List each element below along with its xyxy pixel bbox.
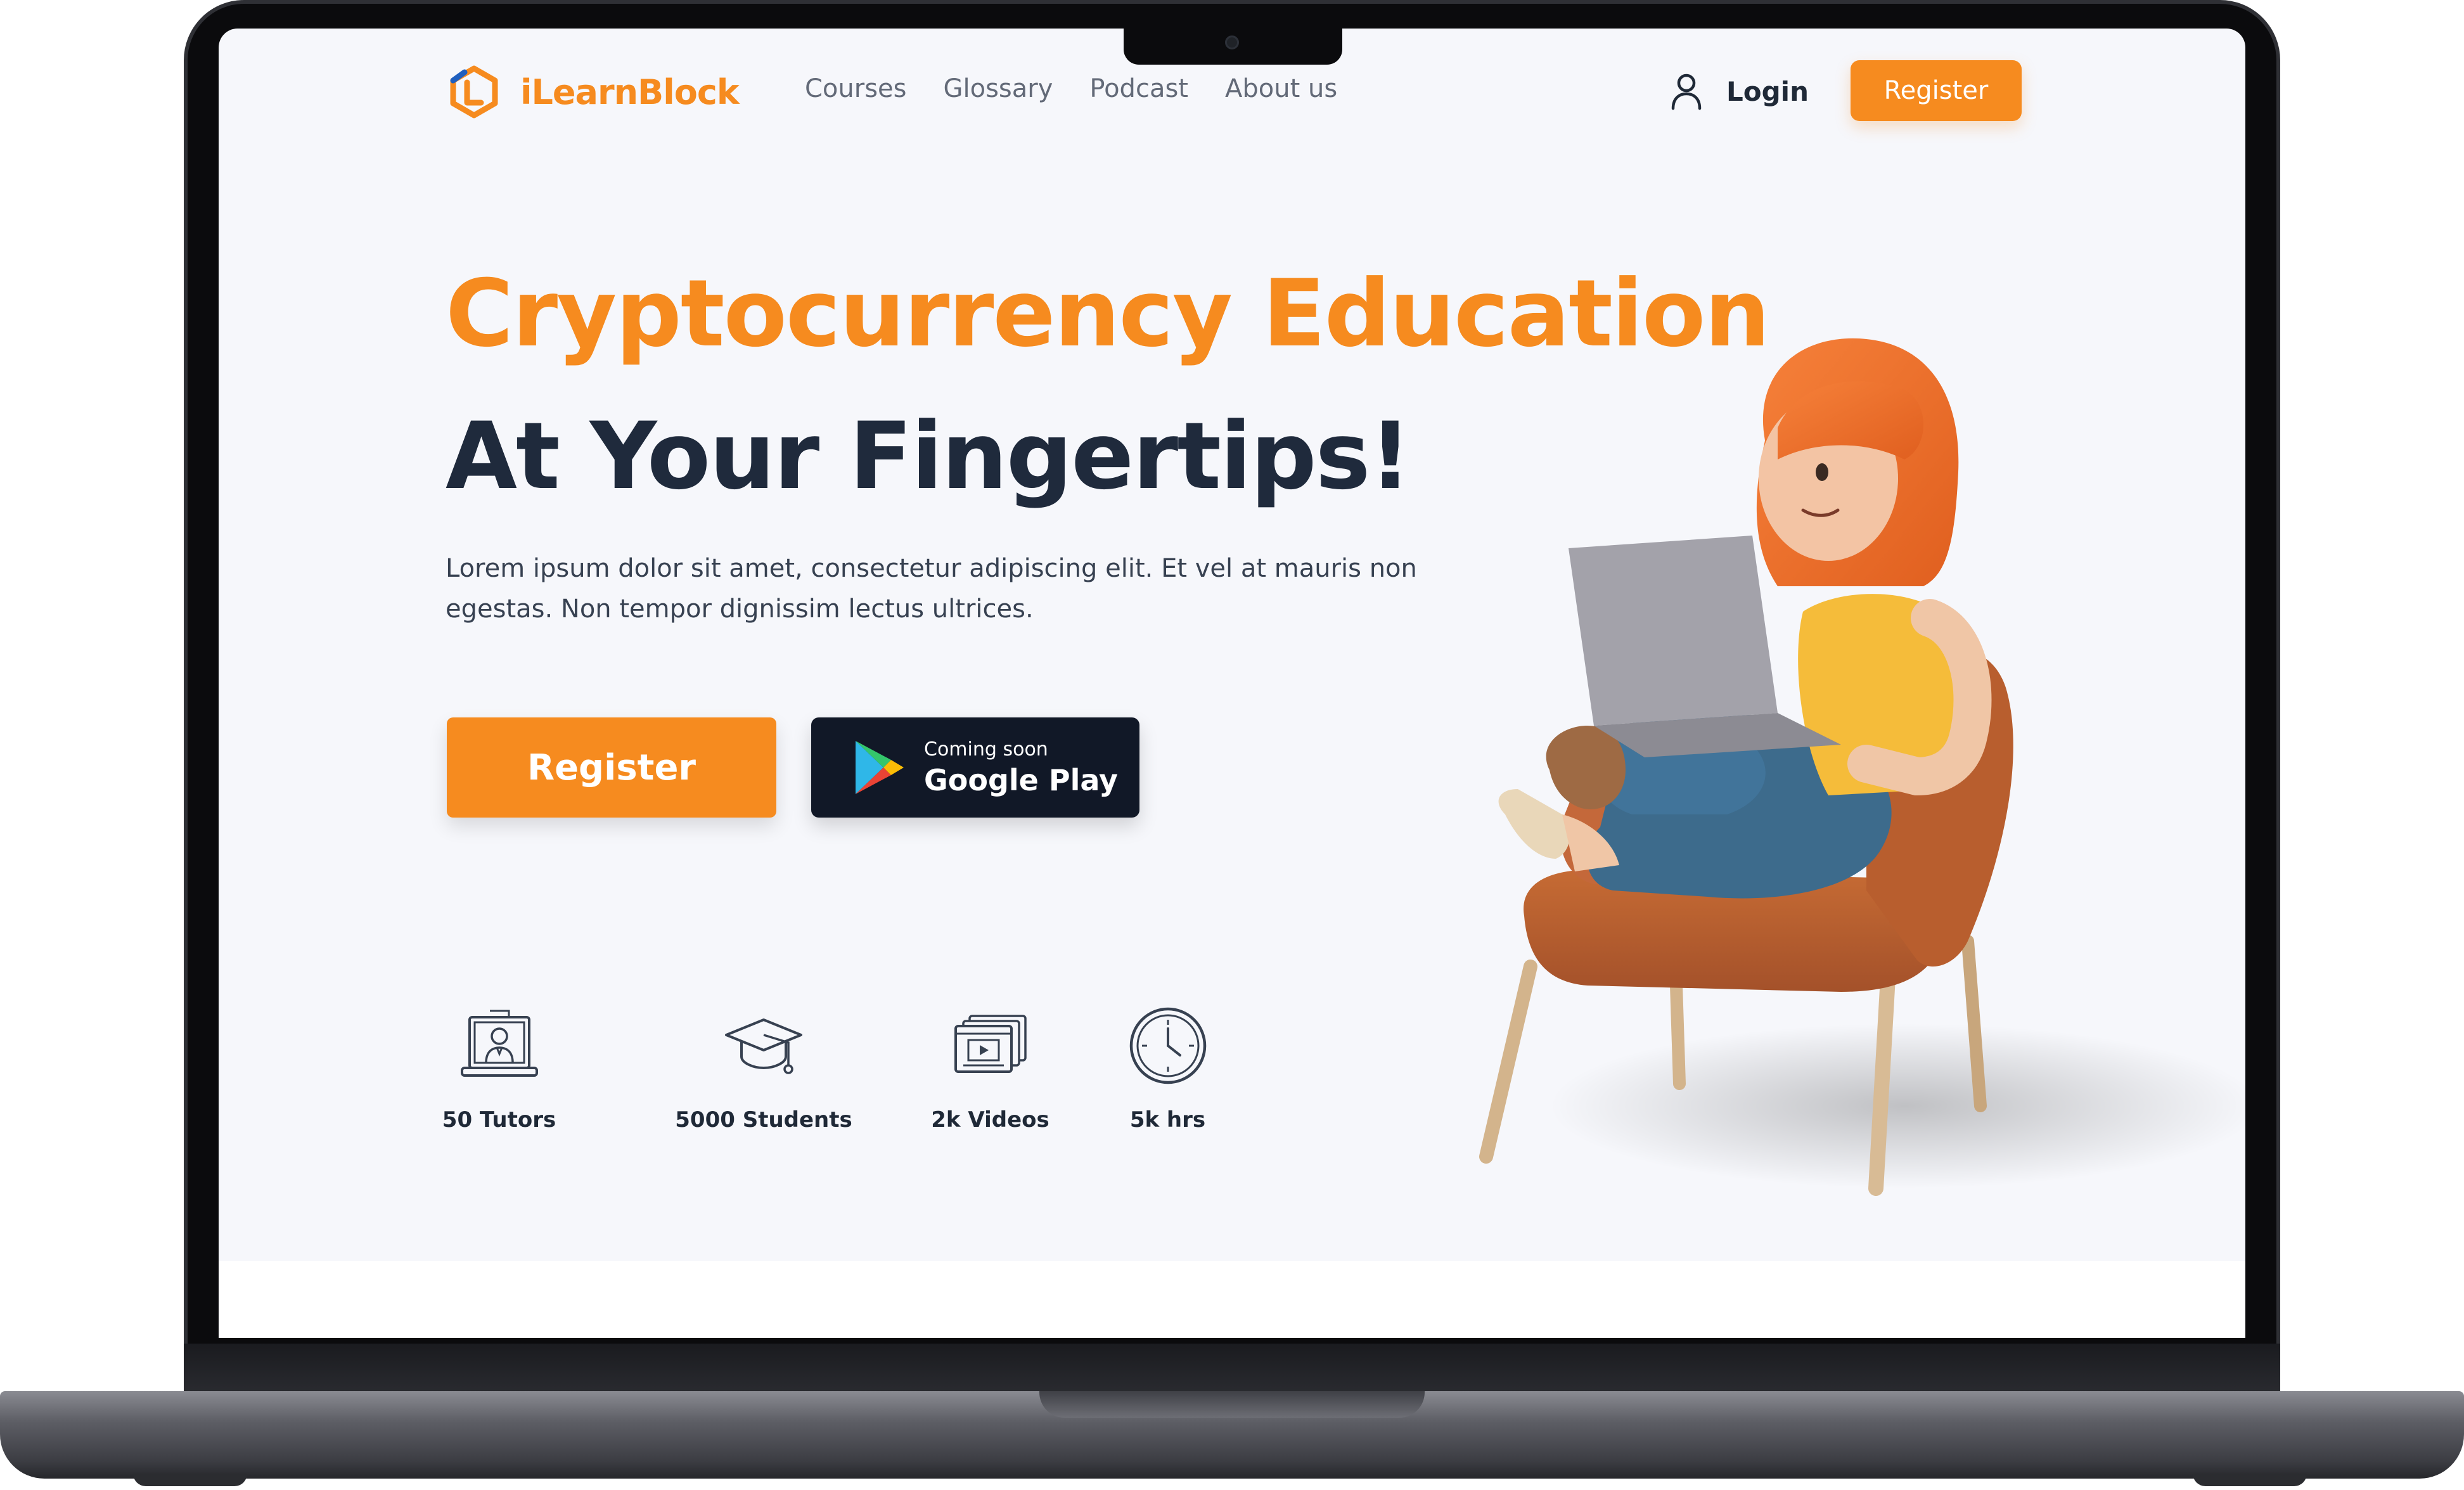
stat-label: 5k hrs	[1129, 1107, 1206, 1133]
next-section	[219, 1261, 2245, 1338]
store-button-subtitle: Coming soon	[924, 738, 1048, 761]
stat-label: 5000 Students	[675, 1107, 852, 1133]
main-nav: Courses Glossary Podcast About us	[805, 74, 1337, 103]
stat-hours: 5k hrs	[1125, 1005, 1210, 1133]
laptop-notch	[1124, 25, 1342, 65]
hero-description: Lorem ipsum dolor sit amet, consectetur …	[446, 554, 1417, 624]
graduation-cap-icon	[725, 1018, 802, 1074]
laptop-foot	[2193, 1474, 2307, 1486]
store-button-title: Google Play	[924, 762, 1118, 797]
tutor-screen-icon	[460, 1010, 538, 1077]
site-logo[interactable]: iLearnBlock	[446, 63, 740, 120]
google-play-button[interactable]: Coming soon Google Play	[811, 717, 1139, 818]
video-stack-icon	[954, 1015, 1027, 1073]
nav-link-about-us[interactable]: About us	[1225, 74, 1337, 103]
nav-register-button[interactable]: Register	[1851, 60, 2022, 121]
hero-title: At Your Fingertips!	[446, 402, 1411, 510]
nav-link-glossary[interactable]: Glossary	[944, 74, 1053, 103]
nav-link-podcast[interactable]: Podcast	[1089, 74, 1188, 103]
nav-link-courses[interactable]: Courses	[805, 74, 907, 103]
login-label: Login	[1726, 75, 1809, 107]
laptop-foot	[133, 1474, 247, 1486]
camera-icon	[1225, 35, 1239, 49]
stat-videos: 2k Videos	[931, 1005, 1049, 1133]
stat-label: 50 Tutors	[442, 1107, 556, 1133]
stat-label: 2k Videos	[931, 1107, 1049, 1133]
hero-register-button[interactable]: Register	[447, 717, 776, 818]
logo-text: iLearnBlock	[520, 72, 740, 112]
login-link[interactable]: Login	[1667, 72, 1809, 111]
stat-tutors: 50 Tutors	[442, 1005, 556, 1133]
user-icon	[1671, 74, 1702, 110]
laptop-opening-notch	[1039, 1391, 1425, 1418]
laptop-hinge	[184, 1344, 2280, 1394]
google-play-icon	[856, 741, 904, 794]
browser-screen: iLearnBlock Courses Glossary Podcast Abo…	[219, 29, 2245, 1338]
logo-icon	[450, 65, 498, 119]
clock-icon	[1129, 1007, 1206, 1084]
stat-students: 5000 Students	[675, 1005, 852, 1133]
hero-illustration	[1479, 338, 2245, 1196]
